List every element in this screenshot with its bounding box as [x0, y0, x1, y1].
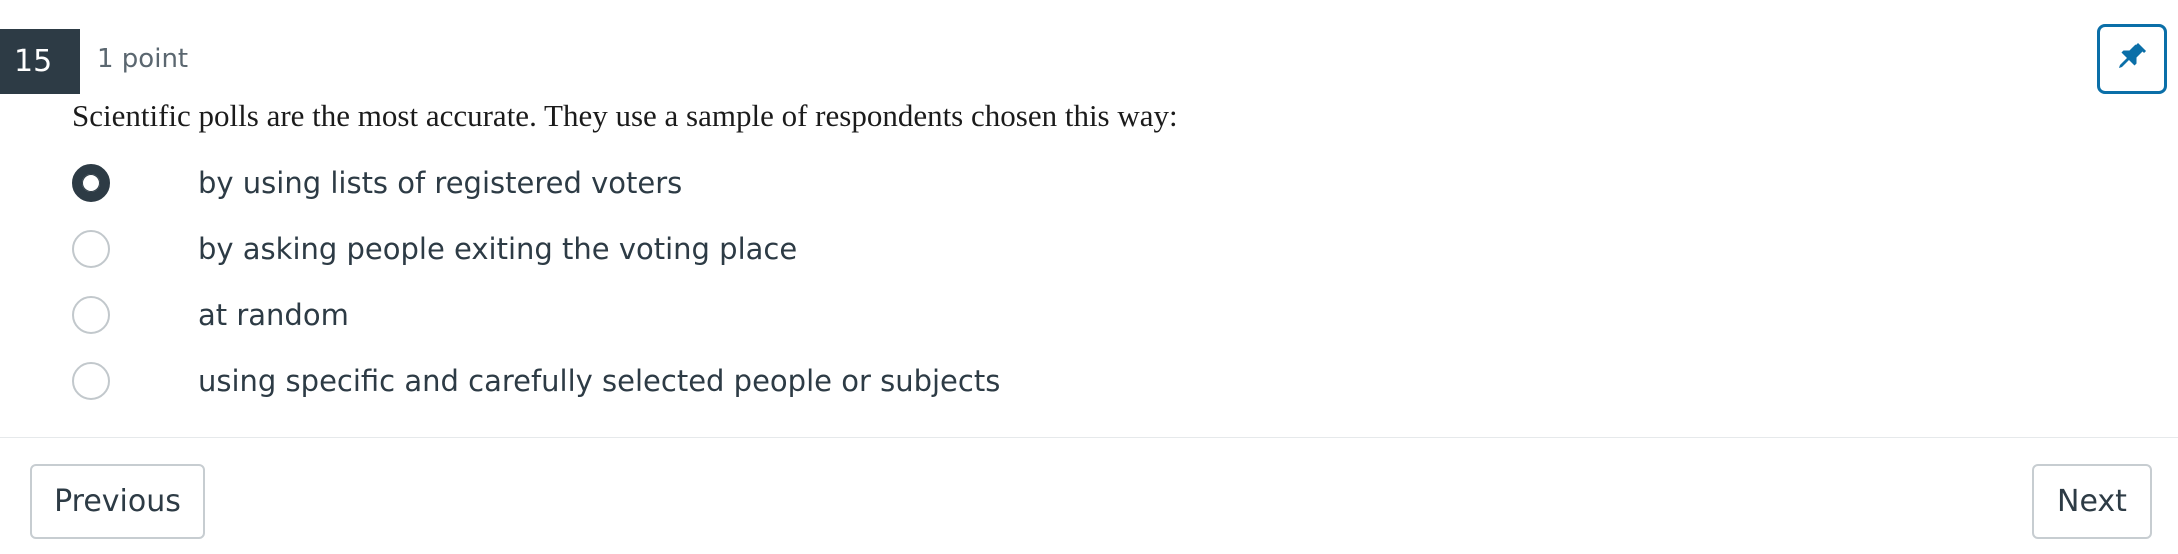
radio-button[interactable] — [72, 230, 110, 268]
radio-button[interactable] — [72, 362, 110, 400]
question-points: 1 point — [97, 44, 189, 74]
answer-option[interactable]: using specific and carefully selected pe… — [72, 348, 1000, 414]
answer-label: by asking people exiting the voting plac… — [198, 232, 798, 266]
answer-option[interactable]: by using lists of registered voters — [72, 150, 1000, 216]
previous-button[interactable]: Previous — [30, 464, 205, 539]
answer-label: using specific and carefully selected pe… — [198, 364, 1001, 398]
pin-icon — [2115, 40, 2149, 79]
radio-button[interactable] — [72, 296, 110, 334]
question-number: 15 — [14, 44, 53, 79]
pin-question-button[interactable] — [2097, 24, 2167, 94]
answer-option[interactable]: by asking people exiting the voting plac… — [72, 216, 1000, 282]
answer-list: by using lists of registered voters by a… — [72, 150, 1000, 414]
radio-button-selected[interactable] — [72, 164, 110, 202]
answer-option[interactable]: at random — [72, 282, 1000, 348]
answer-label: at random — [198, 298, 349, 332]
question-text: Scientific polls are the most accurate. … — [72, 98, 1178, 133]
answer-label: by using lists of registered voters — [198, 166, 683, 200]
question-number-badge: 15 — [0, 29, 80, 94]
next-button[interactable]: Next — [2032, 464, 2152, 539]
divider — [0, 437, 2178, 438]
